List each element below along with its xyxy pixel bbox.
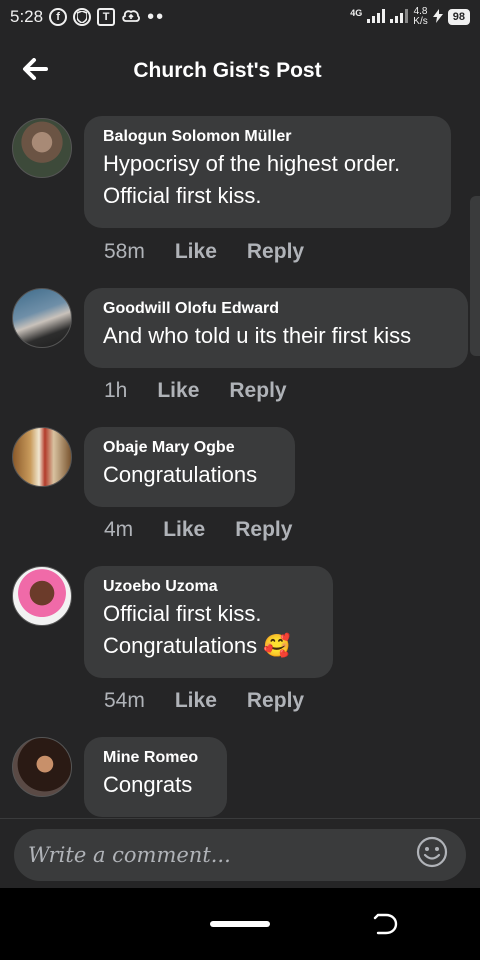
page-title: Church Gist's Post xyxy=(133,59,322,82)
avatar[interactable] xyxy=(12,566,72,626)
reply-button[interactable]: Reply xyxy=(229,379,286,403)
comment-author[interactable]: Uzoebo Uzoma xyxy=(103,576,313,598)
nav-back-icon[interactable] xyxy=(372,912,400,936)
signal-strength-2-icon xyxy=(390,8,409,26)
signal-strength-icon xyxy=(367,8,386,26)
scrollbar-thumb[interactable] xyxy=(470,196,480,356)
like-button[interactable]: Like xyxy=(157,379,199,403)
system-nav-bar xyxy=(0,888,480,960)
cloud-upload-icon xyxy=(121,7,141,28)
comment-author[interactable]: Mine Romeo xyxy=(103,747,207,769)
reply-button[interactable]: Reply xyxy=(247,240,304,264)
like-button[interactable]: Like xyxy=(163,518,205,542)
status-time: 5:28 xyxy=(10,7,44,26)
charging-icon xyxy=(432,8,443,26)
reply-button[interactable]: Reply xyxy=(235,518,292,542)
avatar[interactable] xyxy=(12,288,72,348)
comment-bubble[interactable]: Obaje Mary Ogbe Congratulations xyxy=(84,427,295,507)
comment-actions: 58m Like Reply xyxy=(104,240,304,264)
comment-bubble[interactable]: Uzoebo Uzoma Official first kiss. Congra… xyxy=(84,566,333,678)
home-gesture-pill[interactable] xyxy=(210,921,270,927)
comment-input[interactable] xyxy=(14,829,466,881)
avatar[interactable] xyxy=(12,427,72,487)
text-notification-icon: T xyxy=(97,8,116,26)
page-header: Church Gist's Post xyxy=(0,34,480,108)
comment-time[interactable]: 4m xyxy=(104,518,133,542)
comment-text: Official first kiss. xyxy=(103,601,262,626)
like-button[interactable]: Like xyxy=(175,689,217,713)
comment-bubble[interactable]: Balogun Solomon Müller Hypocrisy of the … xyxy=(84,116,451,228)
comment-author[interactable]: Obaje Mary Ogbe xyxy=(103,437,275,459)
status-bar: 5:28 f T •• 4G 4.8 K/s 98 xyxy=(0,0,480,34)
comment-text: Congrats xyxy=(103,772,193,797)
avatar[interactable] xyxy=(12,118,72,178)
comment-time[interactable]: 58m xyxy=(104,240,145,264)
comment-bubble[interactable]: Goodwill Olofu Edward And who told u its… xyxy=(84,288,468,368)
emoji-smile-icon xyxy=(416,836,448,868)
comment-time[interactable]: 1h xyxy=(104,379,127,403)
facebook-notification-icon: f xyxy=(49,8,68,26)
comment-author[interactable]: Goodwill Olofu Edward xyxy=(103,298,448,320)
comment-text: Official first kiss. xyxy=(103,183,262,208)
like-button[interactable]: Like xyxy=(175,240,217,264)
comment-text: Hypocrisy of the highest order. xyxy=(103,151,401,176)
avatar[interactable] xyxy=(12,737,72,797)
shield-notification-icon xyxy=(73,8,92,26)
battery-level: 98 xyxy=(447,9,470,25)
comment-text: Congratulations xyxy=(103,462,258,487)
emoji-button[interactable] xyxy=(416,836,448,868)
network-speed: 4.8 K/s xyxy=(413,7,427,27)
comment-composer xyxy=(0,818,480,888)
network-type: 4G xyxy=(350,8,363,18)
comment-actions: 1h Like Reply xyxy=(104,379,287,403)
comment-actions: 54m Like Reply xyxy=(104,689,304,713)
comment-time[interactable]: 54m xyxy=(104,689,145,713)
comment-author[interactable]: Balogun Solomon Müller xyxy=(103,126,431,148)
comment-text: And who told u its their first kiss xyxy=(103,323,412,348)
more-notifications-icon: •• xyxy=(147,5,166,28)
comment-actions: 4m Like Reply xyxy=(104,518,292,542)
speed-unit: K/s xyxy=(413,16,428,27)
comment-bubble[interactable]: Mine Romeo Congrats xyxy=(84,737,227,817)
comment-text: Congratulations 🥰 xyxy=(103,633,291,658)
reply-button[interactable]: Reply xyxy=(247,689,304,713)
